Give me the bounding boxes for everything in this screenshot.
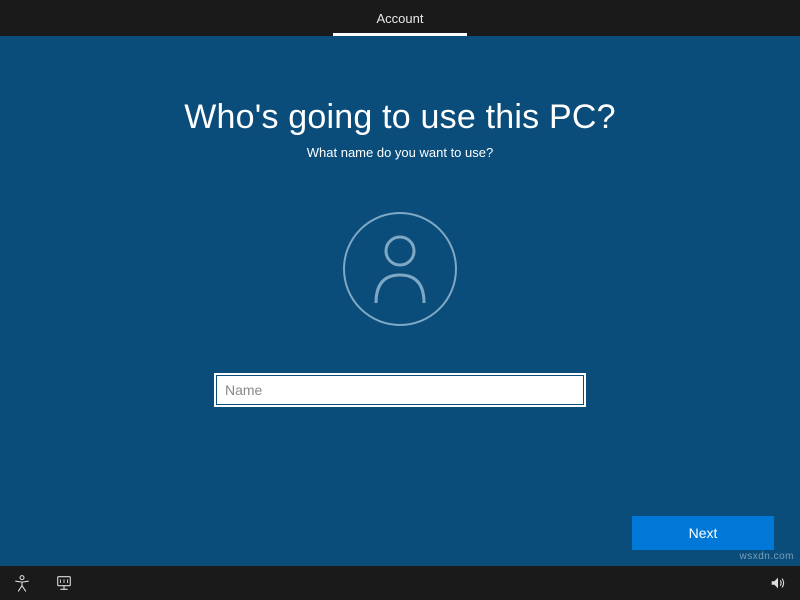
volume-icon[interactable] [768,573,788,593]
top-bar: Account [0,0,800,36]
watermark: wsxdn.com [739,551,794,562]
input-method-icon[interactable] [54,573,74,593]
avatar-placeholder [343,212,457,326]
page-subtitle: What name do you want to use? [307,145,493,160]
next-button[interactable]: Next [632,516,774,550]
person-icon [367,233,433,305]
page-title: Who's going to use this PC? [184,98,615,137]
name-input[interactable] [215,374,585,406]
bottom-left-controls [12,573,74,593]
tab-account[interactable]: Account [333,3,468,36]
main-content: Who's going to use this PC? What name do… [0,36,800,566]
bottom-bar [0,566,800,600]
ease-of-access-icon[interactable] [12,573,32,593]
